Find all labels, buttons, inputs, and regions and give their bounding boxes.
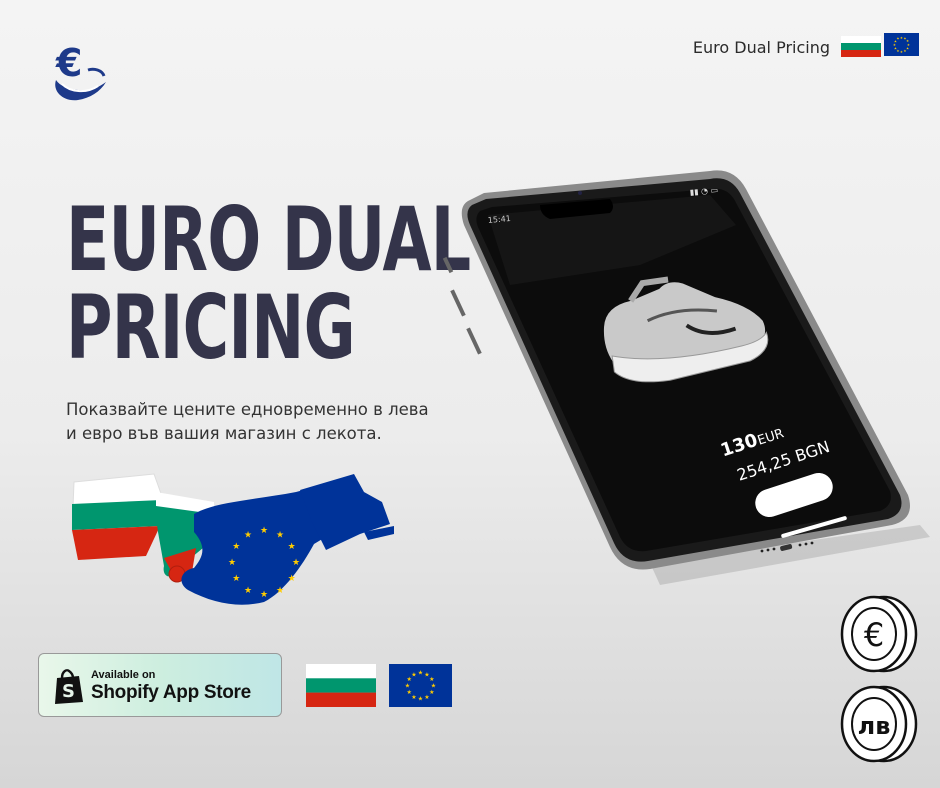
bulgaria-flag-icon [306,664,376,707]
eu-star-icon: ★ [292,558,300,568]
eu-star-icon: ★ [418,670,423,677]
coin-euro-symbol: € [864,616,884,654]
eu-star-icon: ★ [260,590,268,600]
eu-star-icon: ★ [906,39,909,43]
subtitle-line-1: Показвайте цените едновременно в лева [66,400,429,419]
eu-flag-icon: ★★★★★★★★★ ★ ★★ [389,664,452,707]
phone-mockup: 15:41 ▮▮ ◔ ▭ 130 EUR 254,25 BGN [442,170,930,585]
subtitle: Показвайте цените едновременно в лева и … [66,398,446,446]
lev-coin-icon: лв [840,685,918,763]
eu-star-icon: ★ [232,574,240,584]
eu-star-icon: ★ [244,586,252,596]
eu-star-icon: ★ [893,43,896,47]
handshake-illustration: ★ ★ ★ ★ ★ ★ ★ ★ ★ ★ ★ ★ [71,473,394,605]
badge-small-text: Available on [91,669,156,681]
header-label: Euro Dual Pricing [692,38,830,57]
title-line-2: PRICING [66,276,356,379]
eu-star-icon: ★ [429,676,434,683]
eu-star-icon: ★ [407,689,412,696]
coin-lev-symbol: лв [858,712,891,740]
eu-star-icon: ★ [424,694,429,701]
euro-coin-icon: € [840,595,918,673]
eu-flag-icon: ★★★★★★★★★ ★ ★★ [884,33,919,56]
euro-hands-logo-icon: € [55,41,106,101]
eu-star-icon: ★ [276,531,284,541]
eu-star-icon: ★ [288,574,296,584]
title-line-1: EURO DUAL [66,188,471,291]
eu-star-icon: ★ [894,46,897,50]
svg-text:€: € [55,41,82,85]
eu-star-icon: ★ [411,671,416,678]
eu-star-icon: ★ [244,531,252,541]
eu-star-icon: ★ [260,526,268,536]
eu-star-icon: ★ [903,49,906,53]
subtitle-line-2: и евро във вашия магазин с лекота. [66,424,382,443]
eu-star-icon: ★ [900,50,903,54]
eu-star-icon: ★ [276,586,284,596]
eu-star-icon: ★ [418,696,423,703]
eu-star-icon: ★ [228,558,236,568]
svg-text:S: S [62,681,75,702]
badge-big-text: Shopify App Store [91,682,251,703]
bulgaria-flag-icon [841,36,881,57]
eu-star-icon: ★ [429,689,434,696]
eu-star-icon: ★ [232,542,240,552]
shopify-bag-icon: S [55,669,83,704]
shopify-app-store-button[interactable]: S Available on Shopify App Store [38,653,282,717]
eu-star-icon: ★ [411,694,416,701]
page-title: EURO DUAL PRICING [66,188,471,379]
eu-star-icon: ★ [288,542,296,552]
eu-star-icon: ★ [405,683,410,690]
